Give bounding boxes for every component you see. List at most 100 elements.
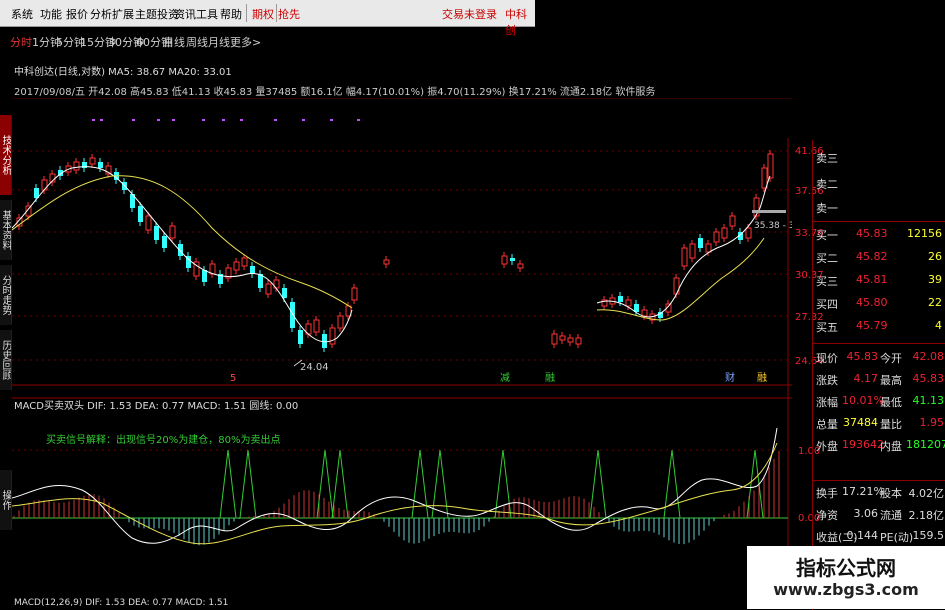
orderbook-buy-price[interactable]: 45.83 (856, 227, 888, 240)
menu-separator (276, 4, 277, 22)
tab-operation[interactable]: 操作 (0, 470, 12, 530)
stat-value: 159.5 (912, 529, 945, 542)
stat-value: 45.83 (846, 350, 879, 363)
stat-value: 2.18亿 (908, 509, 945, 522)
menu-item-theme[interactable]: 主题投资 (135, 6, 179, 22)
chart-marker: 融 (545, 372, 555, 384)
ma20-line-right (596, 237, 765, 321)
ma20-line (12, 175, 353, 309)
macd-signal-triangle (239, 449, 257, 519)
menu-item-options[interactable]: 期权 (252, 6, 274, 22)
stat-label: 涨幅 (816, 396, 838, 409)
period-weekly[interactable]: 周线 (186, 34, 208, 50)
orderbook-buy-price[interactable]: 45.81 (856, 273, 888, 286)
orderbook-buy-volume: 4 (935, 319, 942, 332)
candle (89, 157, 96, 165)
orderbook-buy-price[interactable]: 45.82 (856, 250, 888, 263)
stat-value: 45.83 (912, 372, 945, 385)
candle (575, 337, 582, 345)
chart-marker: 5 (230, 373, 236, 384)
orderbook-buy-price[interactable]: 45.79 (856, 319, 888, 332)
candle (618, 296, 623, 302)
macd-signal-text: 买卖信号解释：出现信号20%为建仓，80%为卖出点 (46, 433, 280, 446)
candle (73, 161, 80, 171)
low-price-label: 24.04 (300, 362, 329, 373)
candle (313, 319, 320, 333)
menu-item-tools[interactable]: 工具 (196, 6, 218, 22)
menu-item-extend[interactable]: 扩展 (112, 6, 134, 22)
trade-login-status[interactable]: 交易未登录 (442, 6, 497, 22)
candle (233, 261, 240, 271)
orderbook-sell-label: 卖二 (816, 178, 838, 191)
orderbook-buy-label: 买五 (816, 321, 838, 334)
range-label: 35.38 - 36.0 (754, 221, 792, 231)
stat-label: 流通 (880, 509, 902, 522)
menu-item-function[interactable]: 功能 (40, 6, 62, 22)
chart-canvas: 5 减 融 财 融 24.04 35.38 - 36.0 MACD买卖双头 DI… (12, 98, 792, 598)
orderbook-buy-label: 买三 (816, 275, 838, 288)
tab-technical-analysis[interactable]: 技术分析 (0, 115, 12, 195)
period-more[interactable]: 更多> (230, 34, 261, 50)
menu-item-help[interactable]: 帮助 (220, 6, 242, 22)
stat-value: 10.01% (842, 394, 884, 407)
stat-label: 最高 (880, 374, 902, 387)
candle (98, 162, 103, 168)
macd-signal-triangle (431, 449, 449, 519)
stat-value: 4.17 (853, 372, 879, 385)
orderbook-buy-price[interactable]: 45.80 (856, 296, 888, 309)
candle (641, 309, 648, 317)
candle (705, 243, 712, 253)
watermark-url: www.zbgs3.com (773, 580, 919, 599)
stat-value: 181207 (906, 438, 945, 451)
orderbook-divider (812, 343, 945, 344)
macd-bottom-line: MACD(12,26,9) DIF: 1.53 DEA: 0.77 MACD: … (14, 598, 229, 608)
stat-value: 193642 (842, 438, 884, 451)
orderbook-sell-label: 卖三 (816, 152, 838, 165)
menu-item-first[interactable]: 抢先 (278, 6, 300, 22)
menu-item-system[interactable]: 系统 (11, 6, 33, 22)
candle (241, 257, 248, 267)
candle (265, 283, 272, 295)
orderbook-buy-volume: 26 (928, 250, 942, 263)
macd-signal-triangle (219, 449, 237, 519)
macd-signal-triangle (663, 449, 681, 519)
orderbook-divider (812, 140, 813, 610)
period-monthly[interactable]: 月线 (208, 34, 230, 50)
macd-signal-triangle (589, 449, 607, 519)
watermark-logo: 指标公式网 www.zbgs3.com (747, 546, 945, 609)
chart-marker: 财 (725, 371, 735, 384)
stat-value: 3.06 (853, 507, 879, 520)
orderbook-divider (812, 221, 945, 222)
stat-label: 净资 (816, 509, 838, 522)
stat-label: 股本 (880, 487, 902, 500)
candle (250, 266, 255, 274)
period-daily[interactable]: 日线 (163, 34, 185, 50)
candle (767, 153, 774, 179)
menu-item-quote[interactable]: 报价 (66, 6, 88, 22)
candle (567, 337, 574, 343)
menu-item-analysis[interactable]: 分析 (90, 6, 112, 22)
tab-history[interactable]: 历史回顾 (0, 330, 12, 390)
candle (753, 197, 760, 217)
candle (202, 270, 207, 282)
stat-label: 总量 (816, 418, 838, 431)
candle (673, 277, 680, 295)
orderbook-buy-volume: 22 (928, 296, 942, 309)
orderbook-divider (812, 480, 945, 481)
stat-value: 42.08 (912, 350, 945, 363)
candle (745, 227, 752, 239)
period-intraday[interactable]: 分时 (10, 34, 32, 50)
candle (713, 231, 720, 243)
stat-label: 换手 (816, 487, 838, 500)
tab-intraday-chart[interactable]: 分时走势 (0, 265, 12, 325)
menu-item-stock-short[interactable]: 中科创 (505, 6, 535, 38)
macd-title: MACD买卖双头 DIF: 1.53 DEA: 0.77 MACD: 1.51 … (14, 399, 298, 412)
orderbook-buy-volume: 39 (928, 273, 942, 286)
macd-signal-triangles (219, 449, 764, 519)
candle (517, 263, 524, 269)
stock-title-line: 中科创达(日线,对数) MA5: 38.67 MA20: 33.01 (14, 67, 232, 78)
tab-basic-info[interactable]: 基本资料 (0, 200, 12, 260)
menu-item-news[interactable]: 资讯 (174, 6, 196, 22)
candle (322, 334, 327, 348)
candle (154, 226, 159, 240)
